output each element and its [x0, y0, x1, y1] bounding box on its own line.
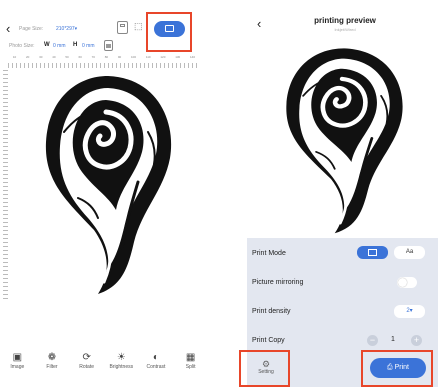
page-size-label: Page Size:	[19, 26, 44, 32]
page-subtitle: Inkjet/Wired	[334, 27, 356, 32]
printer-icon	[165, 25, 174, 32]
ruler-tick-label: 60	[78, 55, 82, 59]
horizontal-ruler	[8, 63, 200, 68]
mirroring-toggle[interactable]	[397, 277, 417, 288]
toolbar-label: Filter	[46, 364, 58, 370]
ruler-tick-label: 140	[189, 55, 195, 59]
vertical-ruler	[3, 70, 8, 302]
rotate-icon: ⟳	[82, 352, 91, 363]
ruler-tick-label: 90	[117, 55, 122, 59]
ruler-tick-label: 100	[131, 55, 137, 59]
photo-size-label: Photo Size:	[9, 43, 35, 49]
gear-icon: ⚙	[261, 359, 271, 369]
width-input[interactable]: 0 mm	[53, 43, 66, 49]
ruler-labels: 10 20 30 40 50 60 70 80 90 100 110 120 130 140	[8, 55, 200, 63]
printer-icon: ⎙	[387, 364, 393, 371]
ruler-tick-label: 70	[91, 55, 95, 59]
chevron-down-icon: ▾	[74, 26, 78, 32]
page-title: printing preview	[314, 16, 376, 25]
toolbar-contrast[interactable]: ◐ Contrast	[143, 352, 169, 387]
copy-value: 1	[391, 336, 395, 343]
ruler-tick-label: 20	[26, 55, 30, 59]
toolbar-label: Image	[10, 364, 25, 370]
toolbar-rotate[interactable]: ⟳ Rotate	[74, 352, 100, 387]
print-preview-button[interactable]	[154, 21, 185, 37]
height-input[interactable]: 0 mm	[82, 43, 95, 49]
filter-icon: ❁	[47, 352, 57, 363]
chevron-down-icon: ▾	[409, 308, 413, 314]
toolbar-label: Rotate	[79, 364, 94, 370]
lock-icon[interactable]	[104, 40, 113, 51]
density-select[interactable]: 2▾	[394, 305, 425, 318]
ruler-tick-label: 50	[65, 55, 69, 59]
toolbar-filter[interactable]: ❁ Filter	[39, 352, 65, 387]
toolbar-label: Split	[185, 364, 196, 370]
width-label: W	[44, 42, 50, 48]
preview-image	[286, 48, 403, 234]
setting-button[interactable]: ⚙ Setting	[252, 359, 280, 375]
mirroring-label: Picture mirroring	[252, 279, 304, 286]
tattoo-image[interactable]	[38, 72, 178, 296]
ruler-tick-label: 110	[145, 55, 151, 59]
bottom-toolbar: ▣ Image ❁ Filter ⟳ Rotate ☀ Brightness ◐ Contrast…	[0, 352, 208, 387]
ruler-tick-label: 40	[52, 55, 56, 59]
increment-button[interactable]: +	[411, 335, 422, 346]
edit-screen: ‹ Page Size: 210*297▾ ⬚ Photo Size: W 0 …	[0, 0, 208, 387]
toolbar-brightness[interactable]: ☀ Brightness	[108, 352, 134, 387]
ruler-tick-label: 10	[12, 55, 17, 59]
toolbar-label: Brightness	[109, 364, 134, 370]
save-icon[interactable]	[117, 21, 128, 34]
page-size-select[interactable]: 210*297▾	[56, 26, 77, 32]
ruler-tick-label: 120	[160, 55, 166, 59]
toolbar-split[interactable]: ▦ Split	[178, 352, 204, 387]
back-button[interactable]: ‹	[6, 22, 10, 36]
toolbar-image[interactable]: ▣ Image	[4, 352, 30, 387]
print-button[interactable]: ⎙ Print	[370, 358, 426, 378]
page-size-value: 210*297	[56, 26, 75, 32]
setting-label: Setting	[258, 369, 274, 375]
image-mode-button[interactable]	[357, 246, 388, 259]
brightness-icon: ☀	[116, 352, 126, 363]
print-label: Print	[394, 364, 409, 371]
height-label: H	[73, 42, 78, 48]
text-mode-button[interactable]: Aa	[394, 246, 425, 259]
ruler-tick-label: 80	[104, 55, 109, 59]
decrement-button[interactable]: −	[367, 335, 378, 346]
split-icon: ▦	[185, 352, 196, 363]
contrast-icon: ◐	[152, 352, 159, 363]
print-mode-label: Print Mode	[252, 250, 286, 257]
image-icon	[368, 249, 377, 256]
toolbar-label: Contrast	[146, 364, 166, 370]
ruler-tick-label: 30	[39, 55, 43, 59]
image-icon: ▣	[12, 352, 23, 363]
copy-label: Print Copy	[252, 337, 285, 344]
back-button[interactable]: ‹	[257, 17, 261, 31]
ruler-tick-label: 130	[175, 55, 181, 59]
density-label: Print density	[252, 308, 291, 315]
template-icon[interactable]: ⬚	[134, 21, 143, 32]
